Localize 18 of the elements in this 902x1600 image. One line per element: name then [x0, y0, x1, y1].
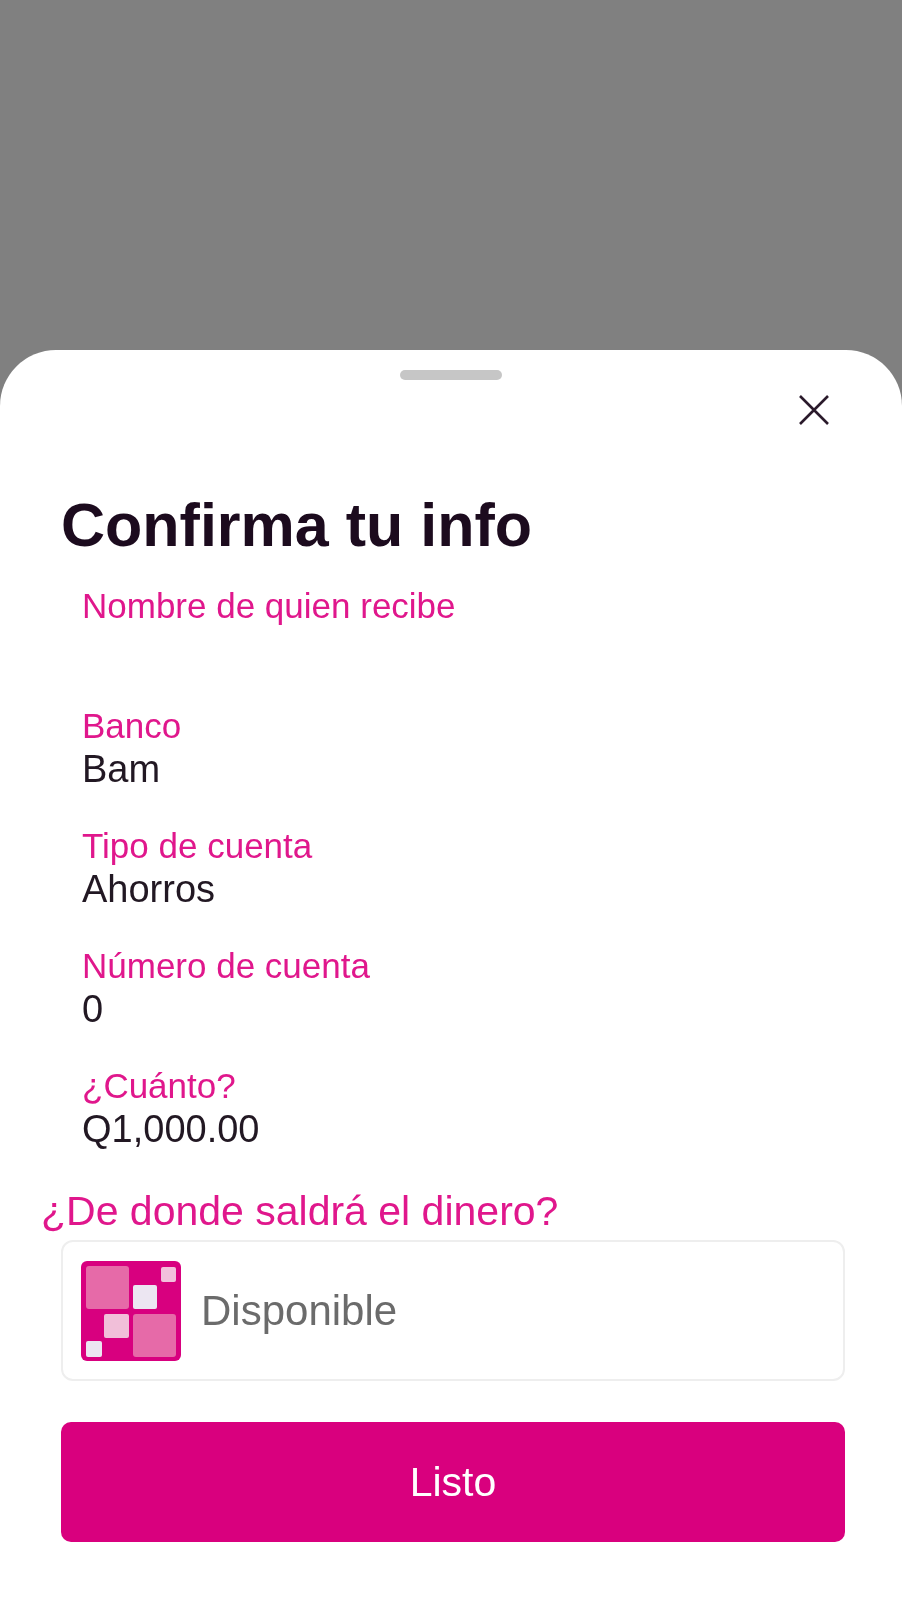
field-value: 0: [82, 987, 104, 1032]
account-card[interactable]: Disponible: [61, 1240, 845, 1381]
field-value: Bam: [82, 747, 161, 792]
field-value: Ahorros: [82, 867, 216, 912]
tiled-squares-icon: [81, 1260, 181, 1361]
field-label: Nombre de quien recibe: [82, 585, 456, 627]
close-button[interactable]: [799, 395, 829, 425]
field-label: Número de cuenta: [82, 945, 370, 987]
account-name: Disponible: [201, 1286, 398, 1335]
field-label: Tipo de cuenta: [82, 825, 313, 867]
section-heading: ¿De donde saldrá el dinero?: [41, 1187, 559, 1235]
done-button[interactable]: Listo: [61, 1422, 845, 1542]
field-label: ¿Cuánto?: [82, 1065, 236, 1107]
drag-handle[interactable]: [400, 370, 502, 380]
field-value: Q1,000.00: [82, 1107, 260, 1152]
close-icon: [799, 395, 829, 425]
sheet-title: Confirma tu info: [61, 490, 532, 560]
field-label: Banco: [82, 705, 182, 747]
